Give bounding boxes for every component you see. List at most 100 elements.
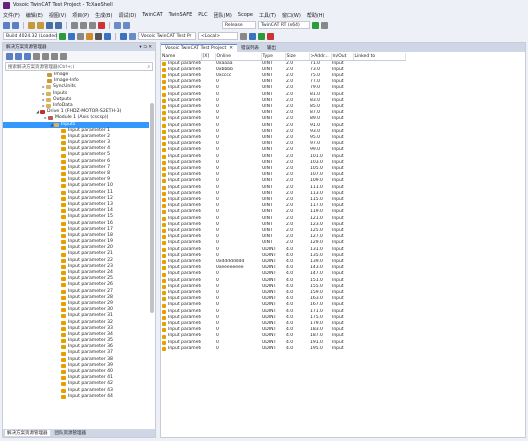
attach-icon[interactable]: [321, 21, 328, 29]
input-variable-icon: [162, 241, 166, 246]
back-icon[interactable]: [3, 21, 10, 29]
table-row[interactable]: Input parameter... 0 UDINT 4.0 195.0 Input: [161, 346, 405, 352]
scan-icon[interactable]: [86, 32, 93, 40]
collapse-all-icon[interactable]: [51, 52, 58, 60]
choose-target-icon[interactable]: [104, 32, 111, 40]
run-mode-icon[interactable]: [68, 32, 75, 40]
project-dropdown[interactable]: Vosoic TwinCAT Test Pr: [138, 32, 196, 40]
column-header[interactable]: Linked to: [353, 53, 406, 61]
back-icon[interactable]: [6, 52, 13, 60]
close-icon[interactable]: ✕: [229, 46, 233, 51]
target-browse-icon[interactable]: [240, 32, 247, 40]
solution-explorer-toolbar: [3, 51, 155, 61]
input-variable-icon: [61, 134, 66, 139]
delete-icon[interactable]: [98, 21, 105, 29]
menu-item[interactable]: 生成(B): [95, 12, 112, 19]
column-header[interactable]: Size: [285, 53, 310, 61]
bottom-tab[interactable]: 团队资源管理器: [53, 430, 89, 436]
input-variable-icon: [162, 216, 166, 221]
local-target-dropdown[interactable]: <Local>: [198, 32, 238, 40]
cell-addr: 195.0: [310, 345, 323, 351]
search-icon[interactable]: ⌕: [147, 64, 150, 70]
input-variable-icon: [61, 332, 66, 337]
column-header[interactable]: Online: [215, 53, 262, 61]
menu-item[interactable]: 团队(M): [214, 12, 232, 19]
paste-icon[interactable]: [89, 21, 96, 29]
open-icon[interactable]: [37, 21, 44, 29]
menu-item[interactable]: TwinCAT: [142, 12, 162, 18]
input-variable-icon: [61, 271, 66, 276]
save-icon[interactable]: [46, 21, 53, 29]
input-variable-icon: [61, 277, 66, 282]
build-dropdown[interactable]: Build 4024.32 (Loaded: [3, 32, 57, 40]
cell-linkedto: [353, 346, 405, 352]
input-variable-icon: [61, 209, 66, 214]
forward-icon[interactable]: [12, 21, 19, 29]
login-icon[interactable]: [129, 32, 136, 40]
module-icon: [48, 116, 53, 121]
input-variable-icon: [61, 376, 66, 381]
editor-tab[interactable]: 错误列表: [237, 44, 263, 52]
undo-icon[interactable]: [114, 21, 121, 29]
copy-icon[interactable]: [80, 21, 87, 29]
cell-x: [201, 60, 215, 67]
scrollbar[interactable]: [150, 103, 154, 313]
plc-stop-icon[interactable]: [267, 32, 274, 40]
menu-item[interactable]: 工具(T): [259, 12, 276, 19]
new-project-icon[interactable]: [28, 21, 35, 29]
config-dropdown[interactable]: Release: [222, 21, 256, 29]
pin-icon[interactable]: ▾ ⊐ ✕: [139, 45, 152, 50]
menu-item[interactable]: 文件(F): [3, 12, 20, 19]
input-variable-icon: [162, 142, 166, 147]
image-info-icon: [47, 79, 52, 84]
column-header[interactable]: In/Out: [331, 53, 354, 61]
column-header[interactable]: Type: [261, 53, 286, 61]
redo-icon[interactable]: [123, 21, 130, 29]
menu-item[interactable]: Scope: [238, 12, 253, 18]
start-icon[interactable]: [312, 21, 319, 29]
menu-item[interactable]: 项目(P): [72, 12, 89, 19]
input-variable-icon: [61, 289, 66, 294]
menu-item[interactable]: 编辑(E): [26, 12, 43, 19]
editor-tab-label: Vosoic TwinCAT Test Project: [165, 46, 227, 51]
show-sub-items-icon[interactable]: [120, 32, 127, 40]
input-variable-icon: [61, 320, 66, 325]
image-icon: [47, 73, 52, 78]
target-dropdown[interactable]: TwinCAT RT (x64): [258, 21, 310, 29]
plc-login-icon[interactable]: [249, 32, 256, 40]
menu-item[interactable]: 视图(V): [49, 12, 66, 19]
input-variable-icon: [162, 80, 166, 85]
input-variable-icon: [61, 178, 66, 183]
bottom-tab[interactable]: 解决方案资源管理器: [5, 430, 50, 436]
menu-item[interactable]: 调试(D): [118, 12, 136, 19]
forward-icon[interactable]: [15, 52, 22, 60]
solution-tree: Image Image-Info ▸ SyncUnits ▸ Inputs ▸ Outputs…: [3, 72, 149, 427]
input-variable-icon: [162, 92, 166, 97]
solution-search-input[interactable]: 搜索解决方案资源管理器(Ctrl+;) ⌕: [5, 62, 153, 71]
menu-item[interactable]: TwinSAFE: [169, 12, 193, 18]
activate-config-icon[interactable]: [59, 32, 66, 40]
menu-item[interactable]: 窗口(W): [282, 12, 301, 19]
sync-icon[interactable]: [33, 52, 40, 60]
editor-tab[interactable]: 输出: [263, 44, 280, 52]
home-icon[interactable]: [24, 52, 31, 60]
menu-item[interactable]: 帮助(H): [307, 12, 325, 19]
input-variable-icon: [162, 334, 166, 339]
refresh-icon[interactable]: [42, 52, 49, 60]
cut-icon[interactable]: [71, 21, 78, 29]
column-header[interactable]: Name: [161, 53, 202, 61]
input-variable-icon: [61, 153, 66, 158]
column-header[interactable]: [X]: [201, 53, 216, 61]
save-all-icon[interactable]: [55, 21, 62, 29]
config-mode-icon[interactable]: [77, 32, 84, 40]
toggle-free-run-icon[interactable]: [95, 32, 102, 40]
tree-item-input-parameter[interactable]: Input parameter 44: [3, 394, 149, 400]
plc-start-icon[interactable]: [258, 32, 265, 40]
outputs-icon: [46, 97, 51, 102]
menu-item[interactable]: PLC: [198, 12, 207, 18]
column-header[interactable]: >Addr...: [309, 53, 332, 61]
properties-icon[interactable]: [60, 52, 67, 60]
editor-tab[interactable]: Vosoic TwinCAT Test Project ✕: [161, 44, 238, 52]
input-variable-icon: [162, 303, 166, 308]
table-row[interactable]: Input parameter...0xaaaaUINT2.071.0Input: [161, 60, 405, 67]
